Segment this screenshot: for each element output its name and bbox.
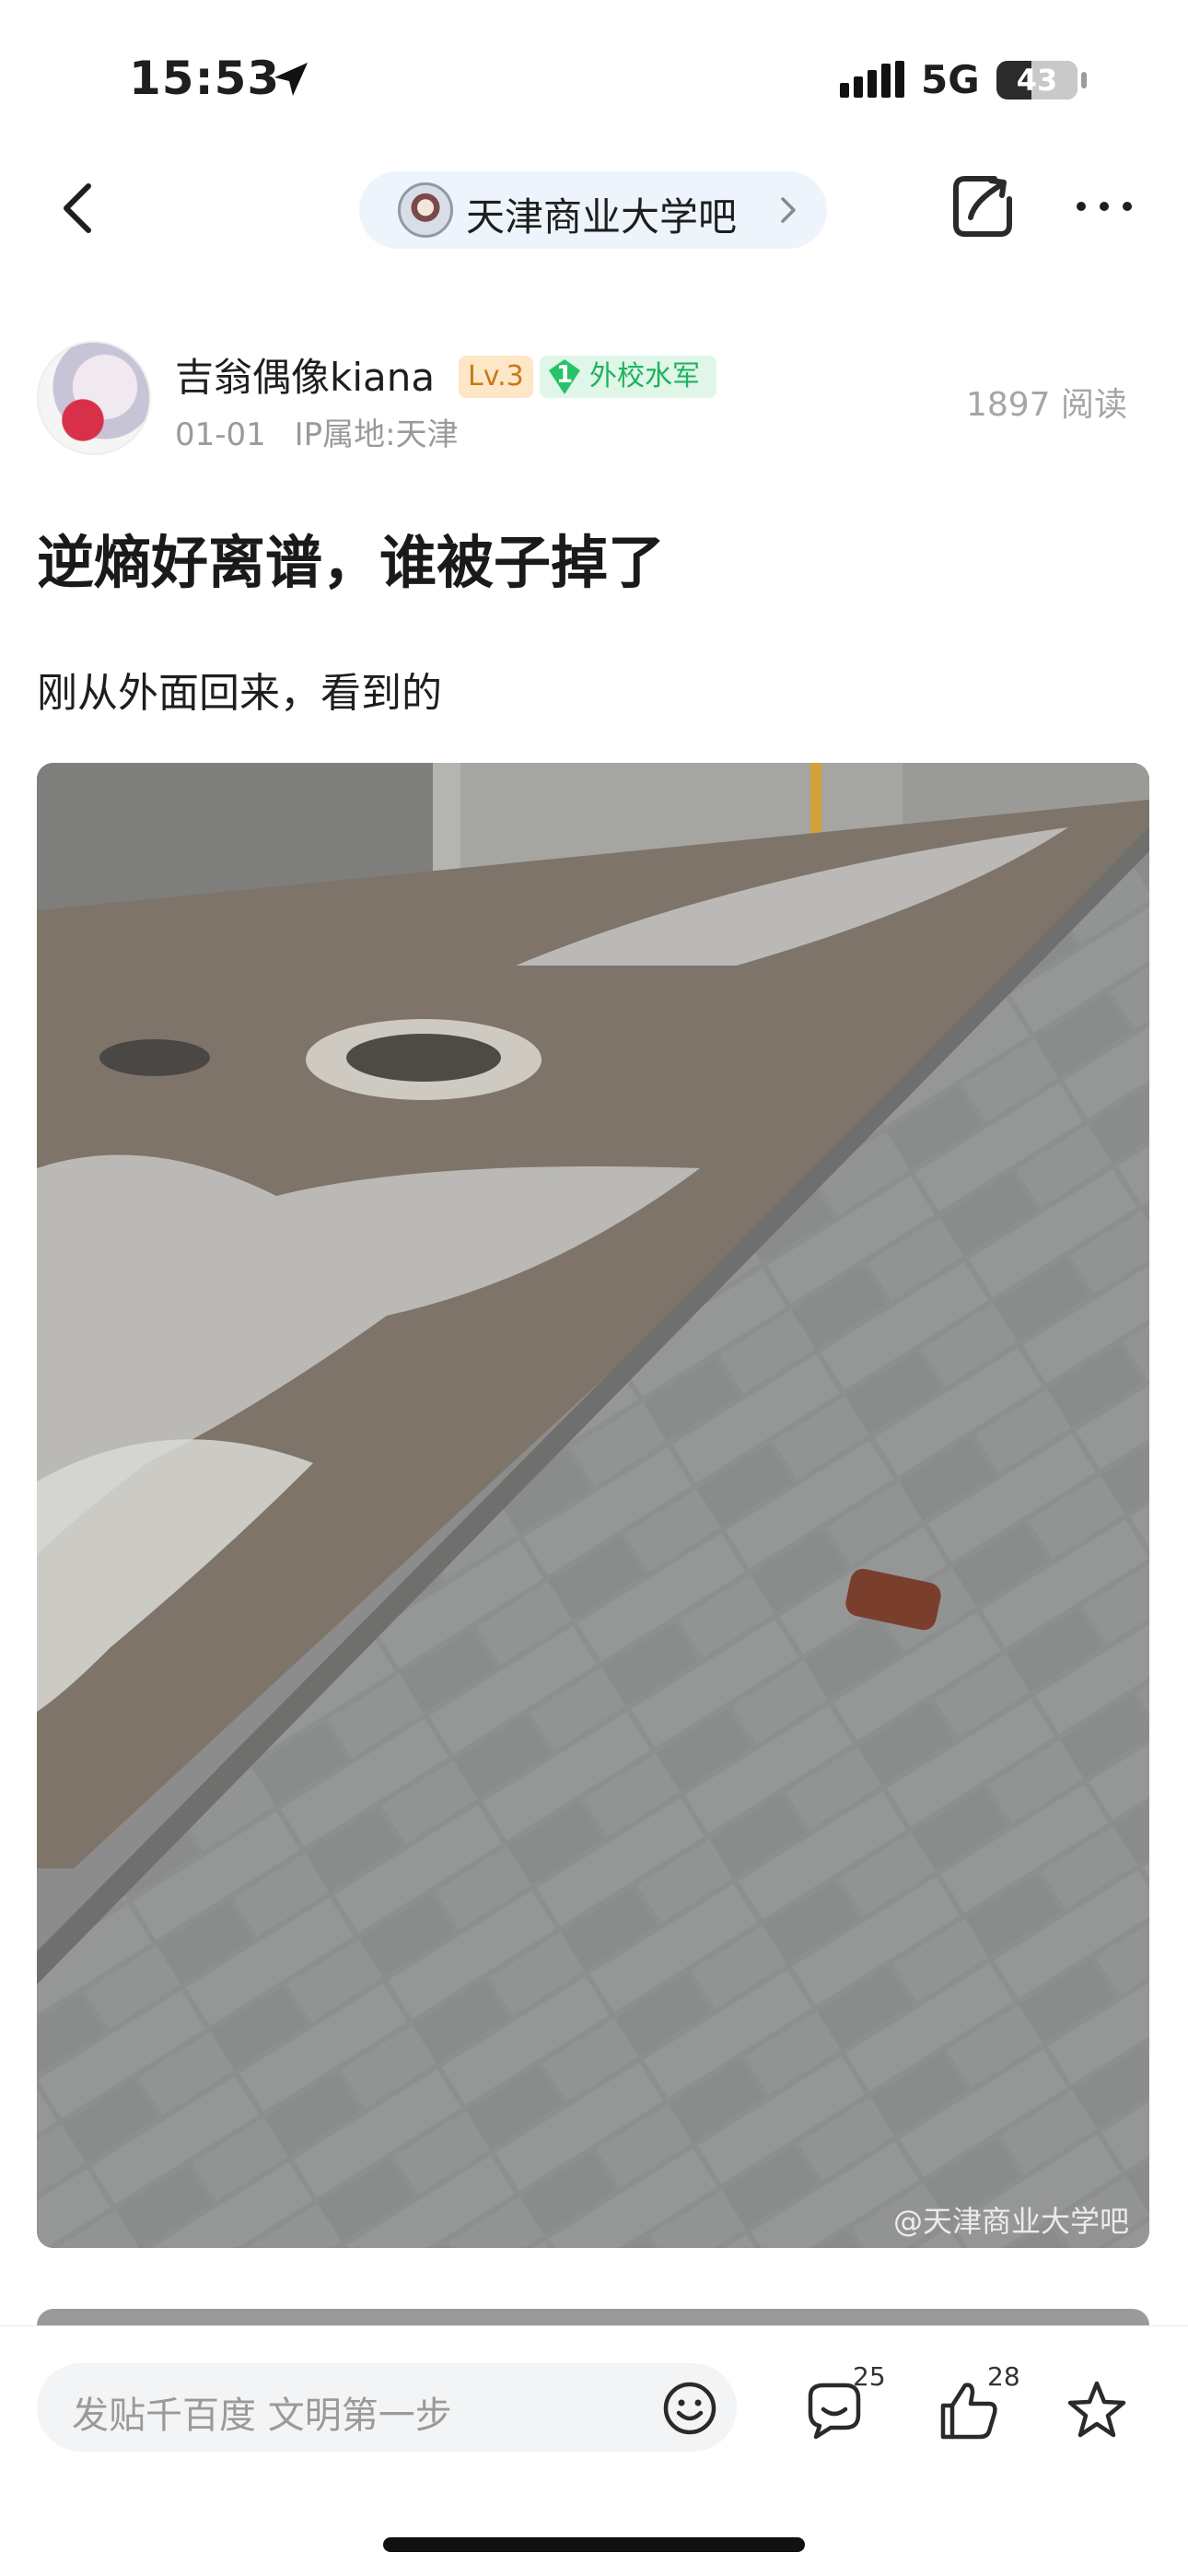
star-icon — [1067, 2381, 1126, 2438]
post-meta: 01-01 IP属地:天津 — [175, 409, 477, 454]
member-tag-badge: 1 外校水军 — [540, 356, 716, 398]
image-watermark: @天津商业大学吧 — [892, 2204, 1129, 2239]
comment-count: 25 — [853, 2361, 886, 2392]
post-title: 逆熵好离谱，谁被子掉了 — [37, 529, 666, 596]
network-type: 5G — [921, 57, 980, 102]
comment-placeholder: 发贴千百度 文明第一步 — [72, 2395, 452, 2437]
author-avatar[interactable] — [37, 341, 151, 455]
author-name[interactable]: 吉翁偶像kiana — [175, 346, 435, 403]
ip-location: IP属地:天津 — [294, 416, 459, 453]
battery-percent: 43 — [1016, 63, 1058, 98]
location-arrow-icon — [274, 63, 308, 96]
post-date: 01-01 — [175, 416, 266, 453]
top-nav: 天津商业大学吧 — [0, 157, 1188, 258]
more-icon[interactable] — [1072, 188, 1136, 225]
read-count: 1897 阅读 — [965, 386, 1127, 424]
chevron-right-icon — [781, 197, 796, 223]
forum-name: 天津商业大学吧 — [466, 194, 738, 240]
signal-icon — [840, 61, 904, 98]
tag-label: 外校水军 — [589, 360, 700, 392]
comment-button[interactable]: 25 — [803, 2359, 904, 2452]
status-time: 15:53 — [129, 52, 281, 105]
battery-cap — [1081, 72, 1087, 88]
like-count: 28 — [987, 2361, 1020, 2392]
tag-level: 1 — [555, 361, 574, 389]
favorite-button[interactable] — [1065, 2359, 1166, 2452]
status-bar: 15:53 5G 43 — [0, 0, 1188, 157]
post-image[interactable]: @天津商业大学吧 — [37, 763, 1149, 2248]
forum-link[interactable]: 天津商业大学吧 — [359, 171, 827, 249]
street-photo — [37, 763, 1149, 2248]
like-button[interactable]: 28 — [938, 2359, 1039, 2452]
comment-input[interactable]: 发贴千百度 文明第一步 — [37, 2363, 737, 2452]
share-icon[interactable] — [949, 171, 1017, 243]
emoji-icon[interactable] — [661, 2380, 718, 2437]
forum-avatar — [398, 182, 453, 238]
level-badge: Lv.3 — [459, 356, 533, 398]
home-indicator — [383, 2537, 805, 2552]
back-icon[interactable] — [52, 181, 107, 236]
battery-indicator: 43 — [996, 61, 1077, 100]
post-body: 刚从外面回来，看到的 — [37, 670, 442, 717]
